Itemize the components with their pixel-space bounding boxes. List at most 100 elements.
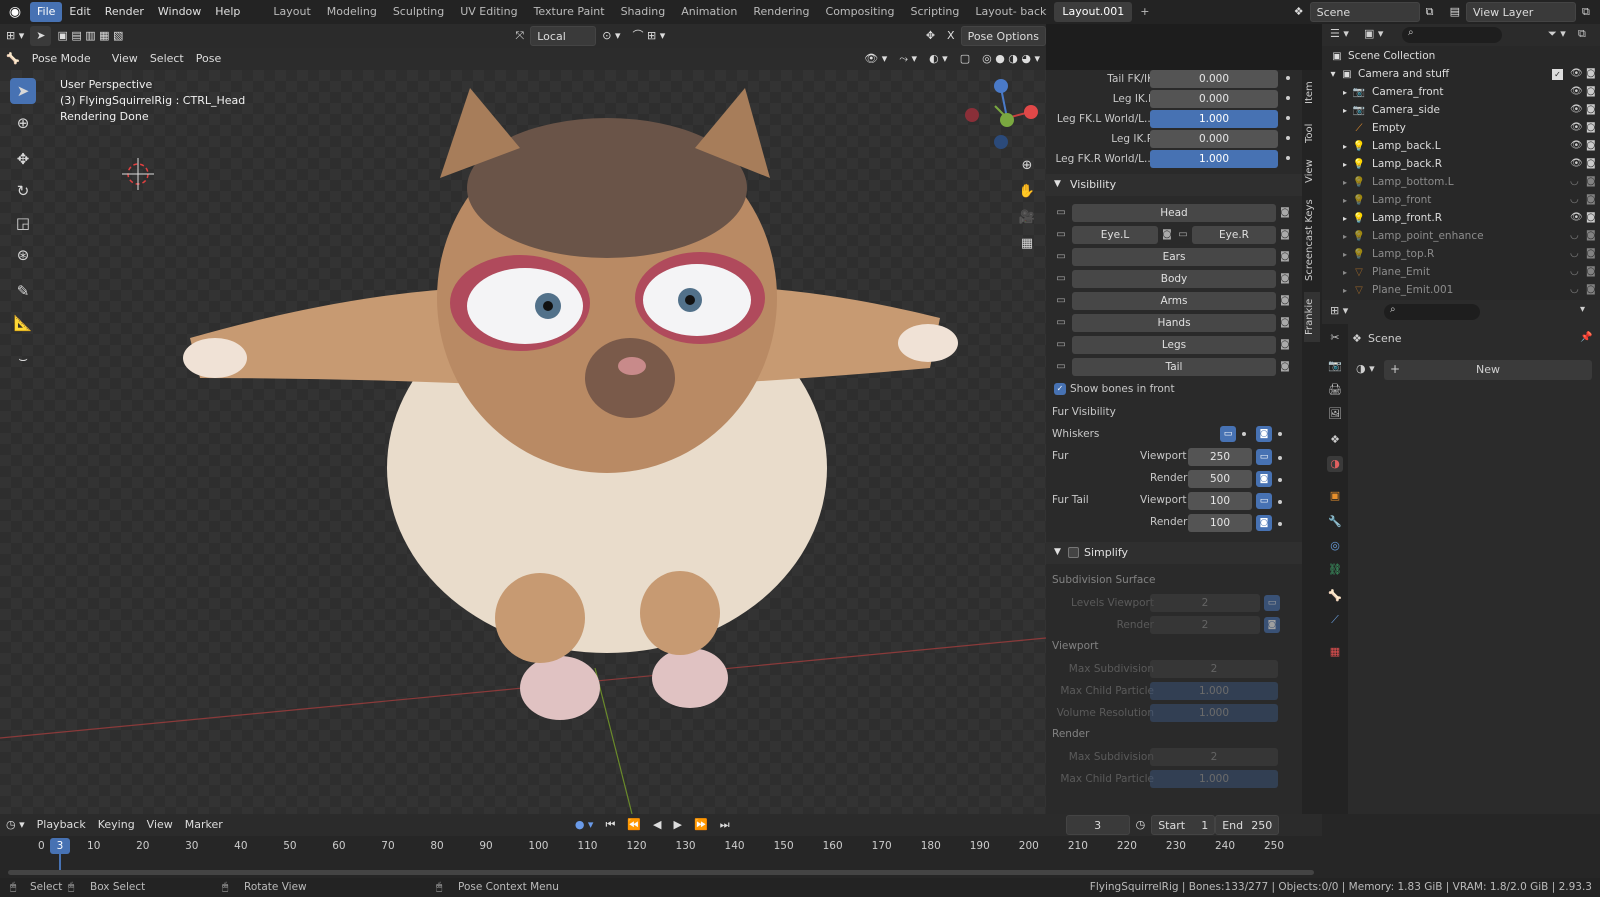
expand-arrow-icon[interactable]: ▸ <box>1338 230 1352 244</box>
select-box-tool-icon[interactable]: ➤ <box>10 78 36 104</box>
mode-icon[interactable]: 🦴 <box>0 49 26 69</box>
outliner-item[interactable]: ▸ 💡 Lamp_front.R 👁 ◙ <box>1322 210 1600 228</box>
move-tool-icon[interactable]: ✥ <box>10 146 36 172</box>
camera-restrict-icon[interactable]: ◙ <box>1586 122 1596 133</box>
monitor-icon[interactable]: ▭ <box>1054 338 1068 352</box>
tab-view[interactable]: View <box>1304 156 1320 186</box>
pin-icon[interactable]: 📌 <box>1580 332 1592 343</box>
menu-pose[interactable]: Pose <box>190 49 227 69</box>
visibility-icon[interactable]: 👁 ▾ <box>858 49 893 69</box>
camera-restrict-icon[interactable]: ◙ <box>1586 212 1596 223</box>
eye-icon[interactable]: 👁 <box>1570 86 1583 97</box>
prop-field[interactable]: 1.000 <box>1150 110 1278 128</box>
output-tab-icon[interactable]: 🖨 <box>1327 382 1343 398</box>
eye-icon[interactable]: 👁 <box>1570 140 1583 151</box>
jump-start-icon[interactable]: ⏮ <box>599 815 621 835</box>
object-data-tab-icon[interactable]: 🦴 <box>1327 588 1343 604</box>
tab-tool[interactable]: Tool <box>1304 120 1320 146</box>
transform-orientation-icon[interactable]: ⤧ <box>509 26 530 46</box>
visibility-legs-button[interactable]: Legs <box>1072 336 1276 354</box>
playhead-line[interactable] <box>59 854 61 870</box>
camera-restrict-icon[interactable]: ◙ <box>1586 68 1596 79</box>
expand-arrow-icon[interactable]: ▸ <box>1338 140 1352 154</box>
world-tab-icon[interactable]: ◑ <box>1327 456 1343 472</box>
camera-icon[interactable]: ◙ <box>1256 515 1272 531</box>
tab-sculpting[interactable]: Sculpting <box>385 2 452 22</box>
options-dropdown-icon[interactable]: ▾ <box>1580 304 1585 315</box>
visibility-eye-l-button[interactable]: Eye.L <box>1072 226 1158 244</box>
expand-arrow-icon[interactable]: ▾ <box>1326 68 1340 82</box>
overlays-icon[interactable]: ◐ ▾ <box>923 49 954 69</box>
play-reverse-icon[interactable]: ◀ <box>647 815 667 835</box>
show-bones-checkbox[interactable]: ✓ <box>1054 383 1066 395</box>
outliner-item[interactable]: ▸ 💡 Lamp_back.R 👁 ◙ <box>1322 156 1600 174</box>
monitor-icon[interactable]: ▭ <box>1054 294 1068 308</box>
prop-field[interactable]: 2 <box>1150 660 1278 678</box>
pan-hand-icon[interactable]: ✋ <box>1016 178 1038 204</box>
prop-field[interactable]: 1.000 <box>1150 770 1278 788</box>
menu-render[interactable]: Render <box>98 2 151 22</box>
world-selector-icon[interactable]: ◑ ▾ <box>1356 362 1375 375</box>
pivot-icon[interactable]: ⊙ ▾ <box>596 26 626 46</box>
play-icon[interactable]: ▶ <box>668 815 688 835</box>
prop-field[interactable]: 0.000 <box>1150 90 1278 108</box>
tab-item[interactable]: Item <box>1304 78 1320 108</box>
keyframe-dot-icon[interactable] <box>1278 456 1282 460</box>
camera-icon[interactable]: ◙ <box>1256 471 1272 487</box>
prop-field[interactable]: 2 <box>1150 616 1260 634</box>
tab-layout-001[interactable]: Layout.001 <box>1054 2 1133 22</box>
camera-restrict-icon[interactable]: ◙ <box>1586 266 1596 277</box>
texture-tab-icon[interactable]: ▦ <box>1327 644 1343 660</box>
monitor-icon[interactable]: ▭ <box>1054 228 1068 242</box>
prop-field[interactable]: 2 <box>1150 748 1278 766</box>
select-tool-icon[interactable]: ➤ <box>30 26 52 46</box>
timeline-scrollbar[interactable] <box>8 870 1314 875</box>
keyframe-dot-icon[interactable] <box>1278 500 1282 504</box>
monitor-icon[interactable]: ▭ <box>1054 206 1068 220</box>
camera-icon[interactable]: ◙ <box>1278 316 1292 330</box>
playhead-frame[interactable]: 3 <box>50 838 70 854</box>
monitor-icon[interactable]: ▭ <box>1054 272 1068 286</box>
fur-viewport-field[interactable]: 250 <box>1188 448 1252 466</box>
camera-restrict-icon[interactable]: ◙ <box>1586 284 1596 295</box>
editor-type-icon[interactable]: ⊞ ▾ <box>0 26 30 46</box>
visibility-panel-header[interactable]: ▼ Visibility <box>1046 174 1302 196</box>
mode-dropdown[interactable]: Pose Mode <box>26 49 106 69</box>
expand-arrow-icon[interactable]: ▸ <box>1338 158 1352 172</box>
filter-icon[interactable]: ⏷ ▾ <box>1548 27 1566 41</box>
tool-tab-icon[interactable]: ✂ <box>1327 330 1343 346</box>
camera-icon[interactable]: ◙ <box>1278 294 1292 308</box>
bone-tab-icon[interactable]: ⟋ <box>1327 612 1343 628</box>
outliner-item[interactable]: ▸ 💡 Lamp_top.R ◡ ◙ <box>1322 246 1600 264</box>
expand-arrow-icon[interactable]: ▸ <box>1338 284 1352 298</box>
ortho-grid-icon[interactable]: ▦ <box>1016 230 1038 256</box>
camera-icon[interactable]: ◙ <box>1278 228 1292 242</box>
visibility-tail-button[interactable]: Tail <box>1072 358 1276 376</box>
simplify-panel-header[interactable]: ▼ Simplify <box>1046 542 1302 564</box>
blender-logo-icon[interactable]: ◉ <box>0 0 30 24</box>
snap-icon[interactable]: ⌒ ⊞ ▾ <box>626 26 671 46</box>
monitor-icon[interactable]: ▭ <box>1256 449 1272 465</box>
expand-arrow-icon[interactable]: ▸ <box>1338 248 1352 262</box>
rotate-tool-icon[interactable]: ↻ <box>10 178 36 204</box>
visibility-arms-button[interactable]: Arms <box>1072 292 1276 310</box>
modifier-tab-icon[interactable]: 🔧 <box>1327 514 1343 530</box>
outliner-view-icon[interactable]: ▣ ▾ <box>1364 27 1383 40</box>
menu-help[interactable]: Help <box>208 2 247 22</box>
cursor-tool-icon[interactable]: ⊕ <box>10 110 36 136</box>
gizmo-icon[interactable]: ✥ <box>920 26 941 46</box>
camera-restrict-icon[interactable]: ◙ <box>1586 158 1596 169</box>
object-tab-icon[interactable]: ▣ <box>1327 488 1343 504</box>
tab-screencast-keys[interactable]: Screencast Keys <box>1304 194 1320 286</box>
simplify-checkbox[interactable] <box>1068 547 1079 558</box>
camera-restrict-icon[interactable]: ◙ <box>1586 176 1596 187</box>
keyframe-dot-icon[interactable] <box>1278 478 1282 482</box>
menu-view[interactable]: View <box>106 49 144 69</box>
prop-field[interactable]: 0.000 <box>1150 130 1278 148</box>
visibility-hands-button[interactable]: Hands <box>1072 314 1276 332</box>
menu-window[interactable]: Window <box>151 2 208 22</box>
eye-icon[interactable]: ◡ <box>1570 230 1579 241</box>
camera-restrict-icon[interactable]: ◙ <box>1586 86 1596 97</box>
collection-checkbox[interactable]: ✓ <box>1552 69 1563 80</box>
tab-shading[interactable]: Shading <box>613 2 674 22</box>
